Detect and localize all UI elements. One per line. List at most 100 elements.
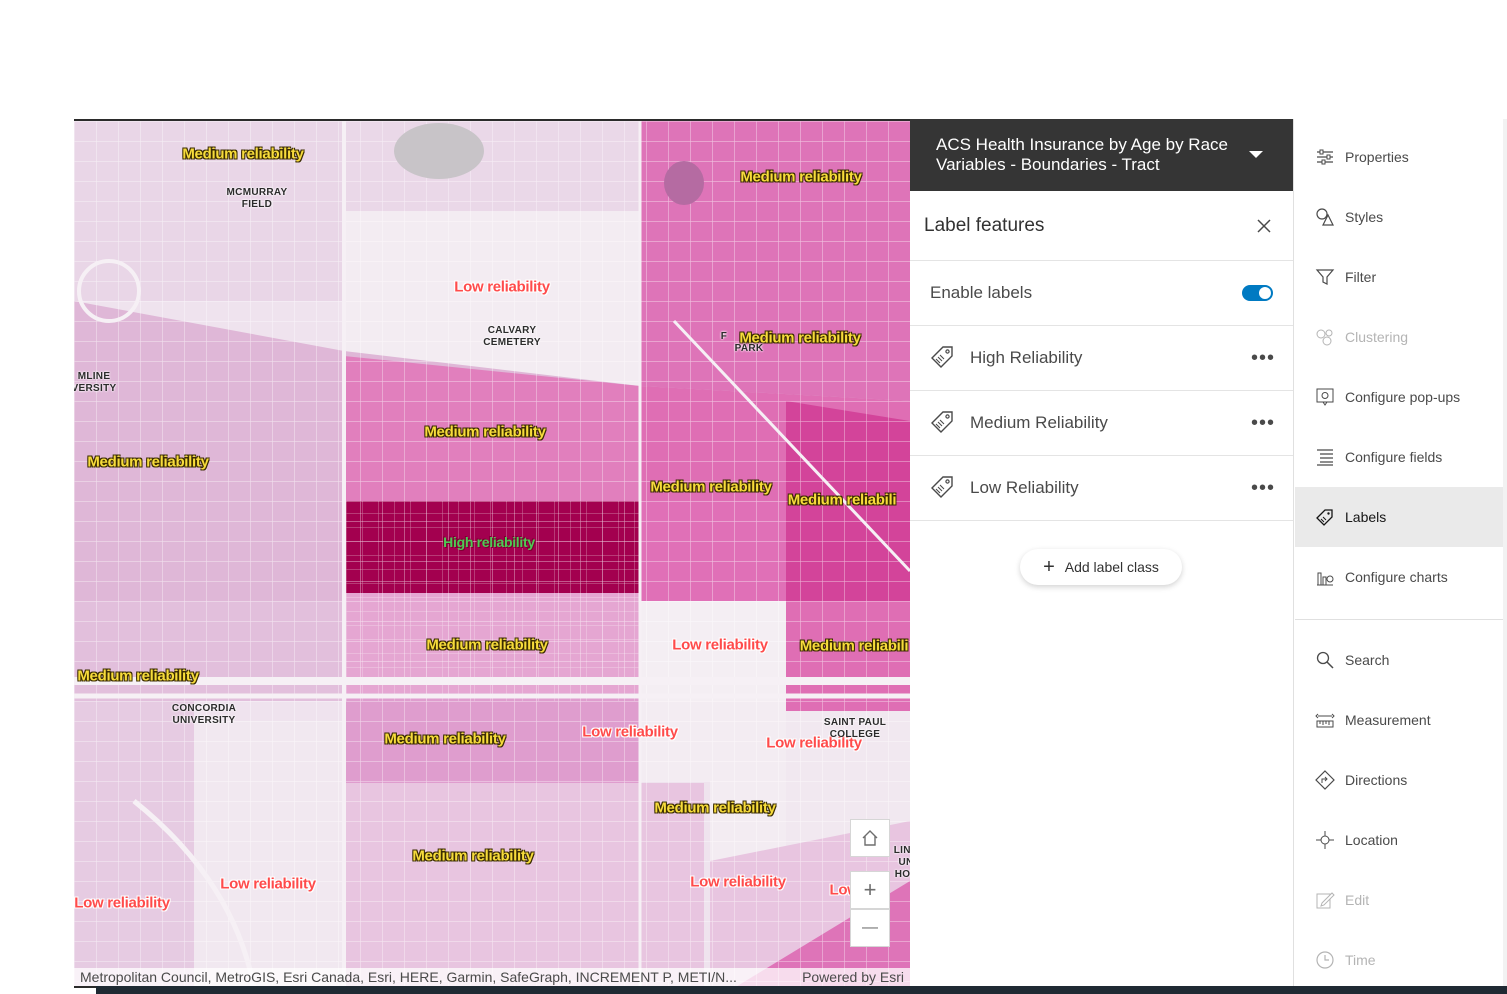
panel-title: Label features	[924, 214, 1045, 236]
rail-item-configure-charts[interactable]: Configure charts	[1295, 547, 1507, 607]
map-label-med: Medium reliability	[650, 478, 772, 496]
label-class-row[interactable]: Medium Reliability •••	[910, 391, 1293, 456]
label-panel: ACS Health Insurance by Age by Race Vari…	[910, 119, 1294, 986]
layer-header[interactable]: ACS Health Insurance by Age by Race Vari…	[910, 119, 1293, 191]
map-label-med: Medium reliabili	[787, 491, 897, 509]
rail-item-search[interactable]: Search	[1295, 630, 1507, 690]
map-label-low: Low reliability	[454, 278, 550, 296]
label-class-name: High Reliability	[970, 348, 1083, 367]
place-name: SAINT PAUL COLLEGE	[823, 717, 887, 740]
label-tag-icon	[928, 472, 956, 505]
rail-tools-group: Search Measurement Directions Location Edit T…	[1295, 630, 1507, 990]
label-icon	[1315, 507, 1335, 527]
chevron-down-icon[interactable]	[1249, 151, 1263, 158]
rail-item-configure-pop-ups[interactable]: Configure pop-ups	[1295, 367, 1507, 427]
shapes-icon	[1315, 207, 1335, 227]
map-label-med: Medium reliability	[426, 636, 548, 654]
filter-icon	[1315, 267, 1335, 287]
place-name: PARK	[734, 343, 764, 354]
place-name: MLINE VERSITY	[74, 371, 117, 394]
attribution-text[interactable]: Metropolitan Council, MetroGIS, Esri Can…	[80, 968, 737, 986]
place-name: CALVARY CEMETERY	[483, 325, 541, 348]
map-label-low: Low reliability	[220, 875, 316, 893]
more-options-icon[interactable]: •••	[1251, 477, 1275, 500]
settings-rail: Properties Styles Filter Clustering Configur…	[1295, 119, 1507, 986]
map-label-low: Low reliability	[672, 636, 768, 654]
map-bottom-edge	[74, 986, 96, 988]
map-label-low: Low reliability	[690, 873, 786, 891]
map-label-low: Low reliability	[74, 894, 170, 912]
more-options-icon[interactable]: •••	[1251, 347, 1275, 370]
label-class-list: High Reliability ••• Medium Reliability •••…	[910, 326, 1293, 521]
rail-item-clustering[interactable]: Clustering	[1295, 307, 1507, 367]
rail-item-label: Directions	[1345, 772, 1408, 788]
layer-title: ACS Health Insurance by Age by Race Vari…	[936, 135, 1228, 174]
map-attribution: Metropolitan Council, MetroGIS, Esri Can…	[74, 968, 910, 986]
more-options-icon[interactable]: •••	[1251, 412, 1275, 435]
map-label-med: Medium reliability	[654, 799, 776, 817]
rail-item-edit[interactable]: Edit	[1295, 870, 1507, 930]
powered-by[interactable]: Powered by Esri	[802, 968, 904, 986]
map-label-low: Low reliability	[582, 723, 678, 741]
rail-item-label: Properties	[1345, 149, 1409, 165]
rail-scrollbar[interactable]	[1503, 119, 1507, 986]
rail-item-directions[interactable]: Directions	[1295, 750, 1507, 810]
rail-item-label: Search	[1345, 652, 1390, 668]
rail-item-label: Edit	[1345, 892, 1370, 908]
rail-item-measurement[interactable]: Measurement	[1295, 690, 1507, 750]
enable-labels-toggle[interactable]	[1242, 285, 1273, 301]
location-icon	[1315, 830, 1335, 850]
label-tag-icon	[928, 407, 956, 440]
rail-item-location[interactable]: Location	[1295, 810, 1507, 870]
map-label-med: Medium reliability	[384, 730, 506, 748]
edit-icon	[1315, 890, 1335, 910]
rail-item-properties[interactable]: Properties	[1295, 127, 1507, 187]
rail-item-labels[interactable]: Labels	[1295, 487, 1507, 547]
map-label-med: Medium reliability	[87, 453, 209, 471]
enable-labels-label: Enable labels	[930, 283, 1033, 302]
zoom-out-button[interactable]: —	[850, 909, 890, 947]
rail-item-label: Styles	[1345, 209, 1384, 225]
rail-item-label: Time	[1345, 952, 1376, 968]
fields-icon	[1315, 447, 1335, 467]
home-icon	[862, 830, 878, 846]
sliders-icon	[1315, 147, 1335, 167]
add-label-class-button[interactable]: + Add label class	[1020, 549, 1182, 585]
label-tag-icon	[928, 342, 956, 375]
plus-icon: +	[1043, 556, 1055, 578]
map-view[interactable]: Medium reliability Medium reliability Low …	[74, 119, 910, 986]
enable-labels-row: Enable labels	[910, 261, 1293, 326]
map-label-med: Medium reliability	[77, 667, 199, 685]
rail-item-filter[interactable]: Filter	[1295, 247, 1507, 307]
rail-item-styles[interactable]: Styles	[1295, 187, 1507, 247]
rail-item-label: Configure charts	[1345, 569, 1448, 585]
map-label-high: High reliability	[443, 534, 535, 550]
place-name: LINA UN HOS	[893, 845, 910, 880]
search-icon	[1315, 650, 1335, 670]
panel-subheader: Label features	[910, 191, 1293, 261]
rail-item-label: Clustering	[1345, 329, 1409, 345]
map-label-med: Medium reliabili	[799, 637, 909, 655]
measure-icon	[1315, 710, 1335, 730]
taskbar-edge	[96, 986, 1507, 994]
map-label-med: Medium reliability	[182, 145, 304, 163]
rail-item-label: Configure fields	[1345, 449, 1443, 465]
label-class-row[interactable]: High Reliability •••	[910, 326, 1293, 391]
label-class-row[interactable]: Low Reliability •••	[910, 456, 1293, 521]
chart-icon	[1315, 567, 1335, 587]
place-name: CONCORDIA UNIVERSITY	[171, 703, 237, 726]
close-icon[interactable]	[1255, 217, 1273, 235]
home-button[interactable]	[850, 819, 890, 857]
zoom-in-button[interactable]: +	[850, 871, 890, 909]
place-name: F	[720, 331, 728, 342]
add-label-class-label: Add label class	[1064, 559, 1159, 575]
label-class-name: Low Reliability	[970, 478, 1079, 497]
cluster-icon	[1315, 327, 1335, 347]
label-class-name: Medium Reliability	[970, 413, 1108, 432]
directions-icon	[1315, 770, 1335, 790]
rail-item-time[interactable]: Time	[1295, 930, 1507, 990]
rail-item-configure-fields[interactable]: Configure fields	[1295, 427, 1507, 487]
popup-icon	[1315, 387, 1335, 407]
rail-settings-group: Properties Styles Filter Clustering Configur…	[1295, 127, 1507, 607]
rail-item-label: Configure pop-ups	[1345, 389, 1461, 405]
